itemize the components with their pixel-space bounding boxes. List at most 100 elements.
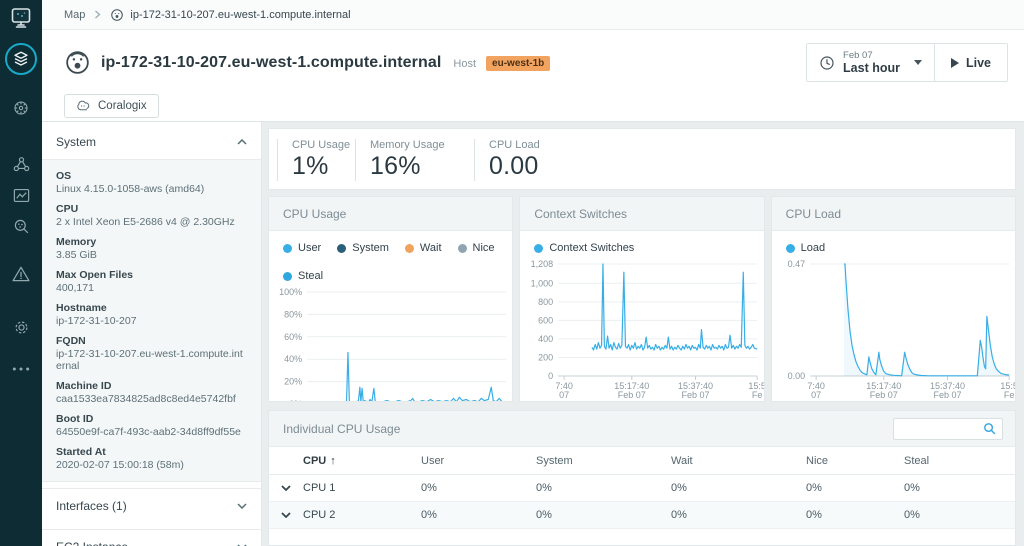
info-item-cpu: CPU 2 x Intel Xeon E5-2686 v4 @ 2.30GHz (56, 203, 235, 228)
expand-chevron-icon[interactable] (269, 512, 303, 518)
legend-item-steal[interactable]: Steal (283, 270, 323, 282)
svg-text:400: 400 (538, 334, 553, 344)
section-title: EC2 Instance (56, 540, 128, 546)
svg-text:600: 600 (538, 315, 553, 325)
section-title: System (56, 135, 97, 149)
nav-more-ellipsis-icon[interactable] (11, 365, 31, 373)
kpi-value: 1% (292, 152, 329, 180)
kpi-strip: CPU Usage 1% Memory Usage 16% CPU Load 0… (268, 128, 1016, 190)
table-row-cpu-2[interactable]: CPU 2 0% 0% 0% 0% 0% (269, 502, 1015, 529)
info-item-boot-id: Boot ID 64550e9f-ca7f-493c-aab2-34d8ff9df… (56, 413, 241, 438)
nav-dashboards-chart-icon[interactable] (12, 186, 31, 205)
clock-icon (820, 55, 834, 70)
breadcrumb-map-link[interactable]: Map (64, 9, 85, 21)
table-header-bar: Individual CPU Usage (269, 411, 1015, 447)
section-header-interfaces[interactable]: Interfaces (1) (42, 488, 261, 523)
info-item-max-open-files: Max Open Files 400,171 (56, 269, 134, 294)
chart-title: CPU Load (771, 197, 1015, 231)
search-icon[interactable] (982, 421, 997, 436)
system-info-list: OS Linux 4.15.0-1058-aws (amd64) CPU 2 x I… (42, 159, 261, 482)
individual-cpu-usage-card: Individual CPU Usage CPU ↑ User System Wa… (268, 410, 1016, 546)
time-range-picker[interactable]: Feb 07 Last hour (807, 44, 935, 81)
host-header: ip-172-31-10-207.eu-west-1.compute.inter… (42, 30, 1024, 122)
column-header-wait[interactable]: Wait (671, 455, 806, 467)
column-header-steal[interactable]: Steal (904, 455, 1015, 467)
chart-title: Context Switches (520, 197, 764, 231)
svg-text:20%: 20% (284, 377, 302, 387)
svg-text:Feb 07: Feb 07 (682, 390, 710, 400)
play-icon (950, 57, 959, 68)
content-area: System OS Linux 4.15.0-1058-aws (amd64) C… (42, 122, 1024, 546)
column-header-nice[interactable]: Nice (806, 455, 904, 467)
nav-search-topology-icon[interactable] (12, 217, 31, 236)
legend-item-system[interactable]: System (337, 242, 389, 254)
nav-explore-layers-icon[interactable] (5, 43, 37, 75)
chart-card-cpu-load: CPU Load Load 0.00 0.47 7:40 07 15:17:40 Feb … (770, 196, 1016, 402)
svg-text:Feb 07: Feb 07 (869, 390, 897, 400)
info-item-memory: Memory 3.85 GiB (56, 236, 97, 261)
info-item-machine-id: Machine ID caa1533ea7834825ad8c8ed4e5742f… (56, 380, 236, 405)
expand-chevron-icon[interactable] (269, 485, 303, 491)
time-controls: Feb 07 Last hour Live (806, 43, 1008, 82)
app-root: Map ip-172-31-10-207.eu-west-1.compute.i… (0, 0, 1024, 546)
chart-card-cpu-usage: CPU Usage User System Wait Nice Steal 0%… (268, 196, 514, 402)
search-input[interactable] (894, 418, 982, 439)
column-header-user[interactable]: User (421, 455, 536, 467)
coralogix-icon (77, 100, 90, 111)
svg-text:800: 800 (538, 297, 553, 307)
svg-text:200: 200 (538, 352, 553, 362)
svg-text:Feb 07: Feb 07 (618, 390, 646, 400)
legend-item-user[interactable]: User (283, 242, 321, 254)
sort-asc-icon: ↑ (330, 454, 336, 467)
breadcrumb-host-label: ip-172-31-10-207.eu-west-1.compute.inter… (130, 8, 351, 21)
nav-overview-wheel-icon[interactable] (12, 99, 30, 117)
legend-item-load[interactable]: Load (785, 242, 825, 254)
legend-item-nice[interactable]: Nice (457, 242, 495, 254)
chart-title: CPU Usage (269, 197, 513, 231)
info-item-started-at: Started At 2020-02-07 15:00:18 (58m) (56, 446, 184, 471)
legend-dot (283, 243, 292, 253)
column-header-cpu[interactable]: CPU ↑ (303, 455, 421, 467)
svg-text:0.47: 0.47 (787, 259, 805, 269)
svg-text:0%: 0% (289, 399, 302, 402)
chevron-down-icon (237, 503, 247, 509)
column-header-system[interactable]: System (536, 455, 671, 467)
nav-alerts-warning-icon[interactable] (11, 264, 31, 284)
app-logo-icon[interactable] (9, 6, 33, 30)
legend-item-wait[interactable]: Wait (404, 242, 442, 254)
breadcrumb-bar: Map ip-172-31-10-207.eu-west-1.compute.i… (42, 0, 1024, 30)
live-button[interactable]: Live (934, 44, 1007, 81)
svg-text:07: 07 (559, 390, 569, 400)
chevron-up-icon (237, 139, 247, 145)
cpu-usage-line-chart: 0%20%40%60%80%100%7:400715:17:40Feb 0715… (279, 287, 507, 402)
svg-text:0: 0 (548, 371, 553, 381)
page-title: ip-172-31-10-207.eu-west-1.compute.inter… (101, 53, 442, 71)
info-item-fqdn: FQDN ip-172-31-10-207.eu-west-1.compute.i… (56, 335, 243, 372)
coralogix-button[interactable]: Coralogix (64, 94, 159, 118)
kpi-cpu-usage: CPU Usage 1% (277, 139, 355, 181)
info-item-os: OS Linux 4.15.0-1058-aws (amd64) (56, 170, 205, 195)
chevron-right-icon (94, 10, 101, 19)
section-title: Interfaces (1) (56, 499, 127, 513)
table-search (893, 417, 1003, 440)
nav-settings-gear-icon[interactable] (12, 318, 31, 337)
kpi-memory-usage: Memory Usage 16% (355, 139, 474, 181)
breadcrumb-host[interactable]: ip-172-31-10-207.eu-west-1.compute.inter… (110, 8, 351, 22)
context-switches-line-chart: 02004006008001,0001,2087:400715:17:40Feb… (531, 259, 764, 400)
svg-text:100%: 100% (279, 287, 302, 297)
kpi-cpu-load: CPU Load 0.00 (474, 139, 614, 181)
svg-text:60%: 60% (284, 332, 302, 342)
legend-item-context-switches[interactable]: Context Switches (534, 242, 634, 254)
table-title: Individual CPU Usage (283, 421, 401, 436)
svg-text:1,208: 1,208 (531, 259, 554, 269)
left-nav-rail (0, 0, 42, 546)
chart-legend: Context Switches (520, 231, 763, 256)
nav-topology-network-icon[interactable] (12, 155, 31, 174)
main-panel: CPU Usage 1% Memory Usage 16% CPU Load 0… (262, 122, 1024, 546)
section-header-system[interactable]: System (42, 122, 261, 159)
svg-text:80%: 80% (284, 309, 302, 319)
section-header-ec2-instance[interactable]: EC2 Instance (42, 529, 261, 546)
info-item-hostname: Hostname ip-172-31-10-207 (56, 302, 137, 327)
table-row-cpu-1[interactable]: CPU 1 0% 0% 0% 0% 0% (269, 475, 1015, 502)
kpi-value: 0.00 (489, 152, 539, 180)
